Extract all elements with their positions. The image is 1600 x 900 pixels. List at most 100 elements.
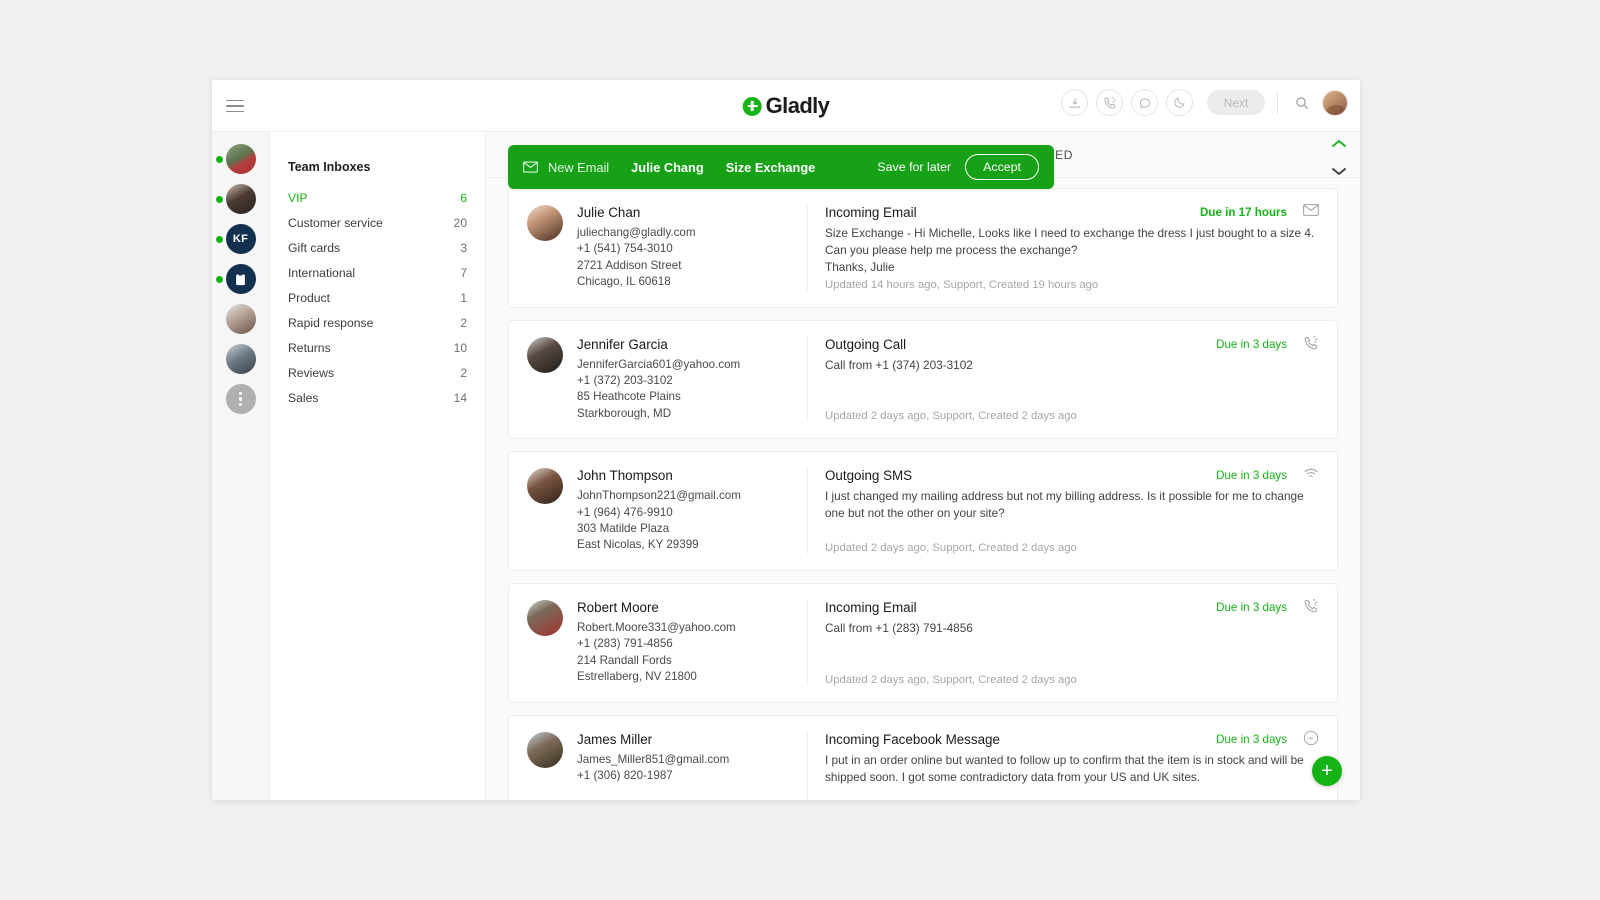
sidebar-item-count: 6 xyxy=(460,191,467,205)
sidebar-item-product[interactable]: Product 1 xyxy=(288,285,467,310)
conversation-preview: Size Exchange - Hi Michelle, Looks like … xyxy=(825,225,1319,276)
sms-icon xyxy=(1303,466,1319,485)
customer-street: 85 Heathcote Plains xyxy=(577,389,740,405)
due-badge: Due in 17 hours xyxy=(1200,206,1287,219)
phone-ring-icon[interactable] xyxy=(1096,89,1123,116)
rail-avatar-4[interactable] xyxy=(226,264,256,294)
online-dot xyxy=(216,156,223,163)
sidebar-item-rapid-response[interactable]: Rapid response 2 xyxy=(288,310,467,335)
sidebar-item-vip[interactable]: VIP 6 xyxy=(288,185,467,210)
customer-name: Robert Moore xyxy=(577,600,736,615)
due-badge: Due in 3 days xyxy=(1216,338,1287,351)
customer-name: James Miller xyxy=(577,732,729,747)
banner-customer-name: Julie Chang xyxy=(631,160,704,175)
rail-avatar-2[interactable] xyxy=(226,184,256,214)
customer-phone: +1 (283) 791-4856 xyxy=(577,636,736,652)
customer-avatar xyxy=(527,732,563,768)
conversations-panel: OPEN 5 WAITING 3 CLOSED xyxy=(486,132,1360,800)
chevron-up-icon[interactable] xyxy=(1332,135,1346,153)
customer-email: JohnThompson221@gmail.com xyxy=(577,488,741,504)
sidebar-item-international[interactable]: International 7 xyxy=(288,260,467,285)
customer-summary: Robert Moore Robert.Moore331@yahoo.com +… xyxy=(527,600,807,686)
sidebar-item-sales[interactable]: Sales 14 xyxy=(288,385,467,410)
customer-avatar xyxy=(527,600,563,636)
moon-icon[interactable] xyxy=(1166,89,1193,116)
sidebar-item-count: 20 xyxy=(454,216,467,230)
customer-summary: Julie Chan juliechang@gladly.com +1 (541… xyxy=(527,205,807,291)
save-for-later-button[interactable]: Save for later xyxy=(877,160,951,174)
conversation-row[interactable]: Jennifer Garcia JenniferGarcia601@yahoo.… xyxy=(508,320,1338,440)
facebook-messenger-icon xyxy=(1303,730,1319,751)
inbox-download-icon[interactable] xyxy=(1061,89,1088,116)
conversation-meta: Updated 2 days ago, Support, Created 2 d… xyxy=(825,542,1319,554)
sidebar-item-reviews[interactable]: Reviews 2 xyxy=(288,360,467,385)
gladly-app-window: Gladly xyxy=(212,80,1360,800)
customer-street: 2721 Addison Street xyxy=(577,258,696,274)
sidebar-item-count: 10 xyxy=(454,341,467,355)
sidebar-item-count: 3 xyxy=(460,241,467,255)
customer-phone: +1 (306) 820-1987 xyxy=(577,768,729,784)
sidebar-title: Team Inboxes xyxy=(288,160,467,174)
sidebar-item-label: International xyxy=(288,266,355,280)
rail-avatar-3[interactable]: KF xyxy=(226,224,256,254)
rail-avatar-6[interactable] xyxy=(226,344,256,374)
conversation-detail: Incoming Facebook Message I put in an or… xyxy=(807,732,1319,801)
customer-phone: +1 (964) 476-9910 xyxy=(577,505,741,521)
sidebar-item-label: Product xyxy=(288,291,330,305)
phone-ring-icon xyxy=(1303,598,1319,619)
incoming-task-banner: New Email Julie Chang Size Exchange Save… xyxy=(508,145,1054,189)
new-conversation-button[interactable]: + xyxy=(1312,756,1342,786)
conversation-list[interactable]: Julie Chan juliechang@gladly.com +1 (541… xyxy=(486,178,1360,800)
customer-avatar xyxy=(527,468,563,504)
online-dot xyxy=(216,196,223,203)
more-dots-icon xyxy=(226,384,256,414)
conversation-row[interactable]: Julie Chan juliechang@gladly.com +1 (541… xyxy=(508,188,1338,308)
search-icon[interactable] xyxy=(1290,91,1314,115)
sidebar-item-count: 2 xyxy=(460,316,467,330)
top-bar-actions: Next xyxy=(1061,89,1348,116)
customer-email: juliechang@gladly.com xyxy=(577,225,696,241)
conversation-preview: Call from +1 (283) 791-4856 xyxy=(825,620,1319,637)
customer-phone: +1 (372) 203-3102 xyxy=(577,373,740,389)
sidebar-item-label: Gift cards xyxy=(288,241,340,255)
customer-summary: John Thompson JohnThompson221@gmail.com … xyxy=(527,468,807,554)
gladly-logo: Gladly xyxy=(743,93,830,119)
rail-avatar-1[interactable] xyxy=(226,144,256,174)
sidebar-item-label: Sales xyxy=(288,391,319,405)
agent-avatar[interactable] xyxy=(1322,90,1348,116)
conversation-row[interactable]: John Thompson JohnThompson221@gmail.com … xyxy=(508,451,1338,571)
top-bar: Gladly xyxy=(212,80,1360,132)
hamburger-icon[interactable] xyxy=(226,94,250,118)
conversation-row[interactable]: James Miller James_Miller851@gmail.com +… xyxy=(508,715,1338,801)
customer-summary: Jennifer Garcia JenniferGarcia601@yahoo.… xyxy=(527,337,807,423)
sidebar-item-label: Customer service xyxy=(288,216,383,230)
sidebar-item-gift-cards[interactable]: Gift cards 3 xyxy=(288,235,467,260)
customer-email: JenniferGarcia601@yahoo.com xyxy=(577,357,740,373)
accept-button[interactable]: Accept xyxy=(965,154,1039,180)
agent-rail: KF xyxy=(212,132,270,800)
rail-avatar-initials: KF xyxy=(226,224,256,254)
rail-avatar-5[interactable] xyxy=(226,304,256,334)
sidebar-item-returns[interactable]: Returns 10 xyxy=(288,335,467,360)
rail-more-button[interactable] xyxy=(226,384,256,414)
customer-city: Starkborough, MD xyxy=(577,406,740,422)
customer-avatar xyxy=(527,205,563,241)
envelope-icon xyxy=(1303,203,1319,221)
conversation-row[interactable]: Robert Moore Robert.Moore331@yahoo.com +… xyxy=(508,583,1338,703)
customer-city: Estrellaberg, NV 21800 xyxy=(577,669,736,685)
online-dot xyxy=(216,236,223,243)
customer-name: Julie Chan xyxy=(577,205,696,220)
customer-avatar xyxy=(527,337,563,373)
sidebar-item-customer-service[interactable]: Customer service 20 xyxy=(288,210,467,235)
chat-bubble-icon[interactable] xyxy=(1131,89,1158,116)
conversation-meta: Updated 14 hours ago, Support, Created 1… xyxy=(825,279,1319,291)
banner-subject: Size Exchange xyxy=(726,160,816,175)
sidebar-item-label: Returns xyxy=(288,341,331,355)
customer-email: Robert.Moore331@yahoo.com xyxy=(577,620,736,636)
due-badge: Due in 3 days xyxy=(1216,733,1287,746)
next-button[interactable]: Next xyxy=(1207,90,1265,115)
sidebar-item-count: 1 xyxy=(460,291,467,305)
customer-city: East Nicolas, KY 29399 xyxy=(577,537,741,553)
conversation-preview: Call from +1 (374) 203-3102 xyxy=(825,357,1319,374)
banner-actions: Save for later Accept xyxy=(877,154,1039,180)
